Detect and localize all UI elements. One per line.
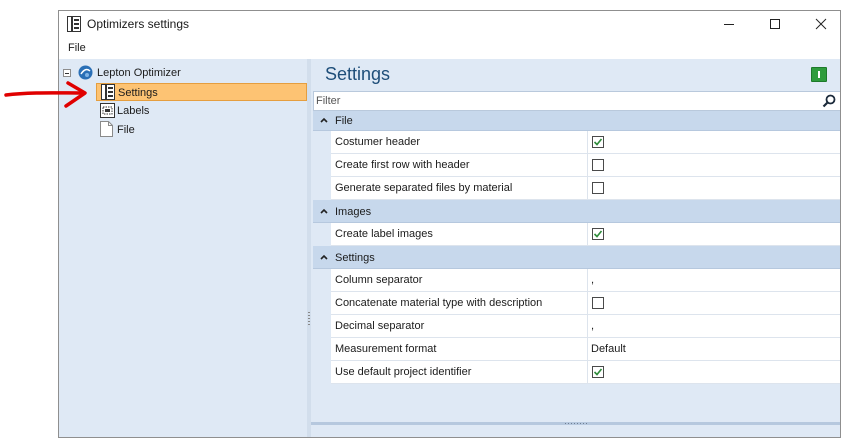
menu-file[interactable]: File [68, 42, 86, 54]
property-row[interactable]: Column separator , [331, 269, 840, 292]
tree-item-file[interactable]: File [96, 121, 307, 139]
property-name: Create label images [335, 228, 433, 240]
close-button[interactable] [798, 11, 840, 37]
property-name: Create first row with header [335, 159, 470, 171]
property-name: Use default project identifier [335, 366, 472, 378]
window-title: Optimizers settings [87, 17, 190, 31]
category-label: Settings [335, 252, 375, 264]
column-divider [587, 361, 588, 383]
property-row[interactable]: Costumer header [331, 131, 840, 154]
column-separator-value[interactable]: , [591, 274, 594, 286]
tree-item-label: Settings [118, 87, 158, 99]
minimize-icon [724, 24, 734, 25]
info-button[interactable] [811, 67, 827, 82]
tree-item-labels[interactable]: Labels [96, 102, 307, 120]
default-project-identifier-checkbox[interactable] [592, 366, 604, 378]
red-arrow-annotation [4, 81, 87, 108]
description-splitter[interactable] [311, 422, 840, 425]
checkmark-icon [593, 138, 603, 146]
maximize-icon [770, 19, 780, 29]
minimize-button[interactable] [706, 11, 752, 37]
property-row[interactable]: Create label images [331, 223, 840, 246]
costumer-header-checkbox[interactable] [592, 136, 604, 148]
property-row[interactable]: Create first row with header [331, 154, 840, 177]
settings-panel: Settings File Costumer header Cr [311, 59, 840, 437]
page-title: Settings [325, 64, 391, 84]
collapse-icon[interactable] [63, 69, 71, 77]
column-divider [587, 154, 588, 176]
category-images[interactable]: Images [313, 200, 840, 223]
property-name: Generate separated files by material [335, 182, 513, 194]
splitter-grip [565, 423, 587, 424]
checkmark-icon [593, 230, 603, 238]
tree-item-settings[interactable]: Settings [96, 83, 307, 101]
filter-box [313, 91, 840, 111]
property-row[interactable]: Decimal separator , [331, 315, 840, 338]
search-icon[interactable] [822, 94, 836, 108]
measurement-format-value[interactable]: Default [591, 343, 626, 355]
title-bar[interactable]: Optimizers settings [59, 11, 840, 37]
column-divider [587, 177, 588, 199]
property-name: Decimal separator [335, 320, 425, 332]
navigation-tree: Lepton Optimizer Settings Labels File [59, 59, 307, 437]
category-settings[interactable]: Settings [313, 246, 840, 269]
chevron-up-icon[interactable] [319, 115, 329, 125]
menu-bar: File [59, 37, 840, 59]
app-settings-icon [67, 16, 81, 32]
column-divider [587, 131, 588, 153]
filter-input[interactable] [316, 93, 816, 109]
category-file[interactable]: File [313, 111, 840, 131]
property-name: Costumer header [335, 136, 420, 148]
property-name: Concatenate material type with descripti… [335, 297, 543, 309]
property-row[interactable]: Use default project identifier [331, 361, 840, 384]
create-first-row-checkbox[interactable] [592, 159, 604, 171]
labels-page-icon [100, 103, 115, 118]
category-label: File [335, 115, 353, 127]
decimal-separator-value[interactable]: , [591, 320, 594, 332]
file-page-icon [100, 121, 113, 137]
tree-item-label: File [117, 124, 135, 136]
column-divider [587, 269, 588, 291]
category-label: Images [335, 206, 372, 218]
splitter-grip [308, 312, 310, 326]
chevron-up-icon[interactable] [319, 206, 329, 216]
property-row[interactable]: Generate separated files by material [331, 177, 840, 200]
column-divider [587, 223, 588, 245]
property-name: Column separator [335, 274, 423, 286]
column-divider [587, 338, 588, 360]
property-row[interactable]: Concatenate material type with descripti… [331, 292, 840, 315]
checkmark-icon [593, 368, 603, 376]
maximize-button[interactable] [752, 11, 798, 37]
property-grid: File Costumer header Create first row wi… [313, 111, 840, 401]
settings-page-icon [101, 84, 115, 100]
column-divider [587, 315, 588, 337]
property-row[interactable]: Measurement format Default [331, 338, 840, 361]
chevron-up-icon[interactable] [319, 252, 329, 262]
separated-files-checkbox[interactable] [592, 182, 604, 194]
create-label-images-checkbox[interactable] [592, 228, 604, 240]
column-divider [587, 292, 588, 314]
property-name: Measurement format [335, 343, 437, 355]
concatenate-material-checkbox[interactable] [592, 297, 604, 309]
tree-item-label: Labels [117, 105, 150, 117]
settings-window: Optimizers settings File Lepton Optimize… [58, 10, 841, 438]
tree-root-label: Lepton Optimizer [97, 67, 181, 79]
close-icon [815, 18, 827, 30]
